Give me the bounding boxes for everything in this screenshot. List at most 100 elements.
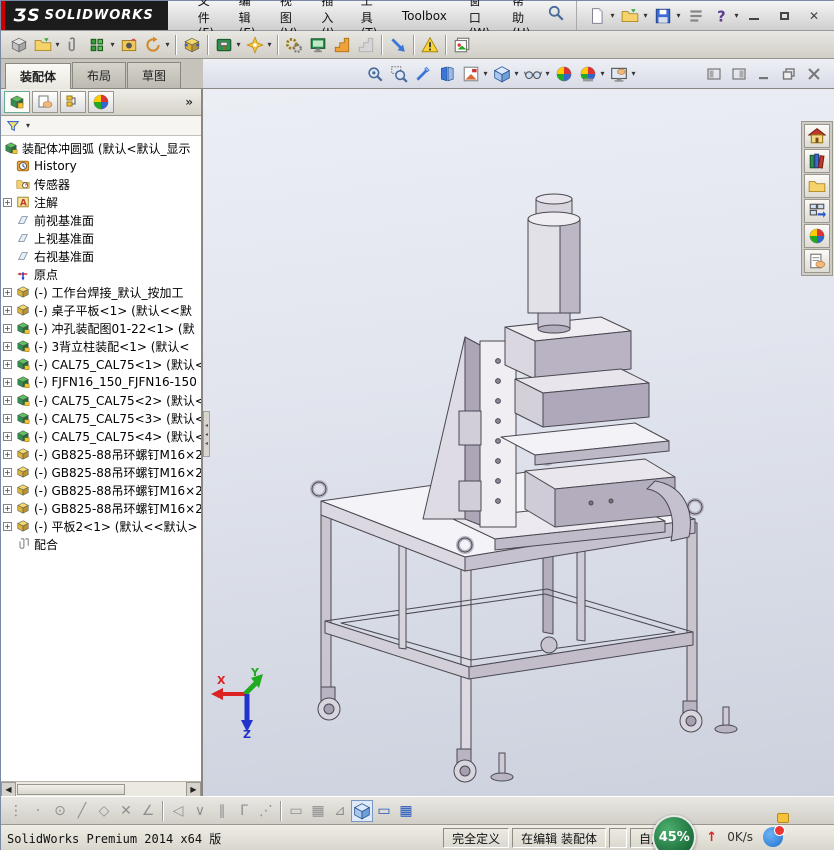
toolbar-drag-handle[interactable]: ⋮ xyxy=(5,800,27,822)
explode-line-sketch-icon[interactable] xyxy=(354,33,378,57)
scroll-thumb[interactable] xyxy=(17,783,125,795)
tree-hscrollbar[interactable]: ◀ ▶ xyxy=(1,781,201,797)
tree-item[interactable]: + (-) 平板2<1> (默认<<默认> xyxy=(1,517,201,535)
close-button[interactable]: ✕ xyxy=(801,7,827,25)
tree-expand-icon[interactable]: + xyxy=(3,413,12,423)
tree-item[interactable]: + (-) GB825-88吊环螺钉M16×2 xyxy=(1,445,201,463)
edit-component-icon[interactable] xyxy=(31,33,55,57)
dropdown-arrow-icon[interactable]: ▾ xyxy=(641,11,650,20)
tree-expand-icon[interactable]: + xyxy=(3,449,12,459)
speed-overlay-widget[interactable]: 45% ↑ 0K/s xyxy=(652,813,789,850)
sketch-trim-icon[interactable]: ✕ xyxy=(115,800,137,822)
tree-item[interactable]: 传感器 xyxy=(1,175,201,193)
tree-item[interactable]: 上视基准面 xyxy=(1,229,201,247)
tree-item[interactable]: + (-) FJFN16_150_FJFN16-150 xyxy=(1,373,201,391)
tree-item[interactable]: + (-) CAL75_CAL75<3> (默认< xyxy=(1,409,201,427)
scroll-right-arrow[interactable]: ▶ xyxy=(186,781,201,797)
sketch-point-icon[interactable]: · xyxy=(27,800,49,822)
snap-grid-icon[interactable]: ▦ xyxy=(307,800,329,822)
tree-expand-icon[interactable]: + xyxy=(3,521,12,531)
snap-angle-icon[interactable]: ⊿ xyxy=(329,800,351,822)
previous-view-icon[interactable] xyxy=(411,62,435,86)
tree-expand-icon[interactable]: + xyxy=(3,197,12,207)
sketch-line-icon[interactable]: ╱ xyxy=(71,800,93,822)
graphics-viewport[interactable]: ◂ ◂ ◂ X Y Z xyxy=(203,89,834,796)
tree-expand-icon[interactable]: + xyxy=(3,359,12,369)
tree-item[interactable]: + (-) GB825-88吊环螺钉M16×2 xyxy=(1,463,201,481)
filter-dropdown-icon[interactable]: ▾ xyxy=(26,121,30,130)
rotate-component-icon[interactable] xyxy=(141,33,165,57)
sketch-angle-icon[interactable]: ∠ xyxy=(137,800,159,822)
dropdown-arrow-icon[interactable]: ▾ xyxy=(481,69,490,78)
help-button[interactable]: ? xyxy=(709,4,733,28)
snap-tangent-icon[interactable]: ∨ xyxy=(189,800,211,822)
tree-expand-icon[interactable]: + xyxy=(3,467,12,477)
collapse-right-pane-button[interactable] xyxy=(728,65,750,83)
dropdown-arrow-icon[interactable]: ▾ xyxy=(732,11,741,20)
interference-detection-icon[interactable] xyxy=(418,33,442,57)
dropdown-arrow-icon[interactable]: ▾ xyxy=(543,69,552,78)
featuremanager-tab[interactable] xyxy=(4,91,30,113)
tree-item[interactable]: + (-) CAL75_CAL75<2> (默认< xyxy=(1,391,201,409)
view-3d-toggle[interactable] xyxy=(351,799,373,822)
tree-item[interactable]: 配合 xyxy=(1,535,201,553)
dropdown-arrow-icon[interactable]: ▾ xyxy=(265,40,274,49)
view-orientation-icon[interactable] xyxy=(459,62,483,86)
tree-expand-icon[interactable]: + xyxy=(3,431,12,441)
search-icon[interactable] xyxy=(546,1,566,25)
tree-expand-icon[interactable]: + xyxy=(3,503,12,513)
tree-item[interactable]: + (-) GB825-88吊环螺钉M16×2 xyxy=(1,481,201,499)
dropdown-arrow-icon[interactable]: ▾ xyxy=(629,69,638,78)
tree-expand-icon[interactable]: + xyxy=(3,395,12,405)
tree-expand-icon[interactable]: + xyxy=(3,377,12,387)
tab-布局[interactable]: 布局 xyxy=(72,62,127,88)
measure-icon[interactable] xyxy=(386,33,410,57)
tree-item[interactable]: + A 注解 xyxy=(1,193,201,211)
displaymanager-tab[interactable] xyxy=(88,91,114,113)
snap-perpendicular-icon[interactable]: Γ xyxy=(233,800,255,822)
tab-草图[interactable]: 草图 xyxy=(127,62,182,88)
collapse-left-pane-button[interactable] xyxy=(703,65,725,83)
smart-fasteners-icon[interactable] xyxy=(243,33,267,57)
filter-funnel-icon[interactable] xyxy=(5,118,21,134)
new-document-button[interactable] xyxy=(585,4,609,28)
move-component-icon[interactable] xyxy=(180,33,204,57)
toolbox-icon[interactable] xyxy=(212,33,236,57)
tree-expand-icon[interactable]: + xyxy=(3,305,12,315)
snap-parallel-icon[interactable]: ∥ xyxy=(211,800,233,822)
tree-expand-icon[interactable]: + xyxy=(3,485,12,495)
tree-item[interactable]: History xyxy=(1,157,201,175)
tree-item[interactable]: + (-) CAL75_CAL75<4> (默认< xyxy=(1,427,201,445)
attachment-paperclip-icon[interactable] xyxy=(62,33,86,57)
tree-item[interactable]: 右视基准面 xyxy=(1,247,201,265)
exploded-view-icon[interactable] xyxy=(330,33,354,57)
save-button[interactable] xyxy=(651,4,675,28)
dropdown-arrow-icon[interactable]: ▾ xyxy=(674,11,683,20)
dropdown-arrow-icon[interactable]: ▾ xyxy=(234,40,243,49)
tree-expand-icon[interactable]: + xyxy=(3,341,12,351)
tree-item[interactable]: + (-) CAL75_CAL75<1> (默认< xyxy=(1,355,201,373)
tree-item[interactable]: 前视基准面 xyxy=(1,211,201,229)
snap-nearest-icon[interactable]: ◁ xyxy=(167,800,189,822)
viewport-four-icon[interactable]: ▦ xyxy=(395,800,417,822)
snap-length-icon[interactable]: ▭ xyxy=(285,800,307,822)
viewport-single-icon[interactable]: ▭ xyxy=(373,800,395,822)
print-button[interactable] xyxy=(684,4,708,28)
edit-appearance-icon[interactable] xyxy=(552,62,576,86)
tree-item[interactable]: 装配体冲圆弧 (默认<默认_显示 xyxy=(1,139,201,157)
menu-toolbox[interactable]: Toolbox xyxy=(392,5,457,27)
scroll-left-arrow[interactable]: ◀ xyxy=(1,781,16,797)
appearances-stack-icon[interactable] xyxy=(450,33,474,57)
snap-points-icon[interactable]: ⋰ xyxy=(255,800,277,822)
hide-show-items-icon[interactable] xyxy=(521,62,545,86)
tree-item[interactable]: + (-) 桌子平板<1> (默认<<默 xyxy=(1,301,201,319)
configurationmanager-tab[interactable] xyxy=(60,91,86,113)
dropdown-arrow-icon[interactable]: ▾ xyxy=(512,69,521,78)
minimize-button[interactable] xyxy=(741,7,767,25)
tree-item[interactable]: + (-) 工作台焊接_默认_按加工 xyxy=(1,283,201,301)
tree-item[interactable]: + (-) 3背立柱装配<1> (默认< xyxy=(1,337,201,355)
section-view-icon[interactable] xyxy=(435,62,459,86)
sketch-polygon-icon[interactable]: ◇ xyxy=(93,800,115,822)
view-settings-icon[interactable] xyxy=(607,62,631,86)
assembly-cube-icon[interactable] xyxy=(7,33,31,57)
